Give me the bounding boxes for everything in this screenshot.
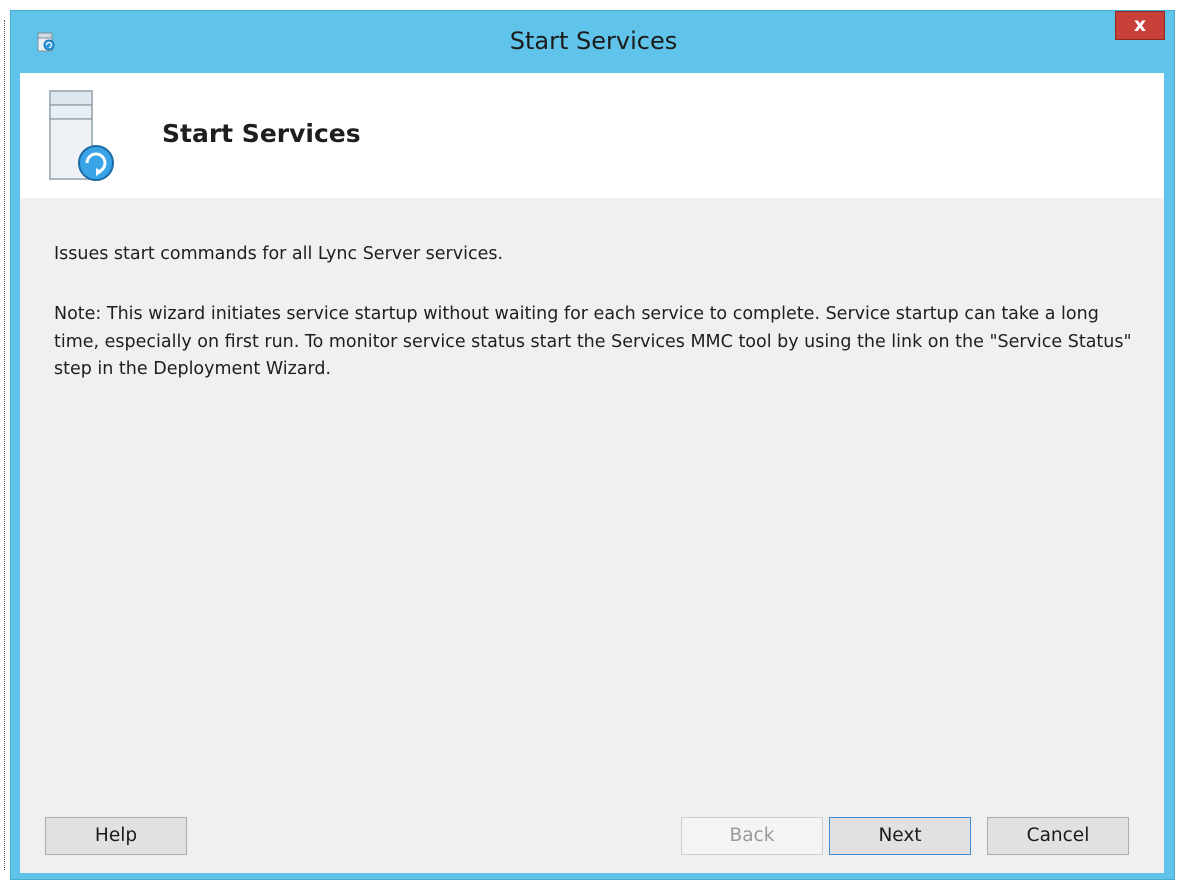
wizard-header: Start Services	[20, 73, 1164, 198]
next-button[interactable]: Next	[829, 817, 971, 855]
background-strip	[0, 0, 1179, 10]
note-text: Note: This wizard initiates service star…	[54, 304, 1132, 379]
title-bar[interactable]: Start Services x	[11, 11, 1174, 68]
background-dotted-edge	[4, 20, 7, 870]
help-button[interactable]: Help	[45, 817, 187, 855]
description-text: Issues start commands for all Lync Serve…	[54, 244, 504, 264]
start-services-dialog: Start Services x Start Services Issues s…	[10, 10, 1175, 880]
server-refresh-icon	[49, 90, 114, 181]
page-title: Start Services	[162, 119, 361, 148]
close-icon: x	[1133, 14, 1147, 36]
cancel-button[interactable]: Cancel	[987, 817, 1129, 855]
window-title: Start Services	[509, 27, 678, 55]
dialog-client-area: Start Services Issues start commands for…	[20, 73, 1164, 873]
close-button[interactable]: x	[1115, 11, 1165, 40]
back-button[interactable]: Back	[681, 817, 823, 855]
